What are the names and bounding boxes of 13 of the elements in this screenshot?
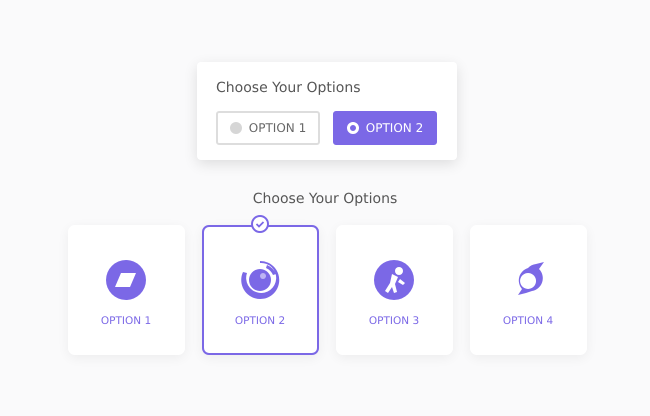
option-radio-button[interactable]: OPTION 2 bbox=[333, 111, 437, 145]
option-card[interactable]: OPTION 1 bbox=[68, 225, 184, 355]
parallelogram-icon bbox=[105, 259, 147, 301]
radio-icon bbox=[346, 122, 359, 134]
option-card[interactable]: OPTION 4 bbox=[470, 225, 586, 355]
check-icon bbox=[251, 215, 269, 233]
section-title: Choose Your Options bbox=[252, 191, 398, 207]
option-card[interactable]: OPTION 2 bbox=[202, 225, 318, 355]
panel-title: Choose Your Options bbox=[216, 80, 362, 96]
option-card[interactable]: OPTION 3 bbox=[336, 225, 452, 355]
radio-icon bbox=[230, 122, 242, 134]
planet-icon bbox=[239, 259, 281, 301]
option-radio-button[interactable]: OPTION 1 bbox=[216, 111, 320, 145]
